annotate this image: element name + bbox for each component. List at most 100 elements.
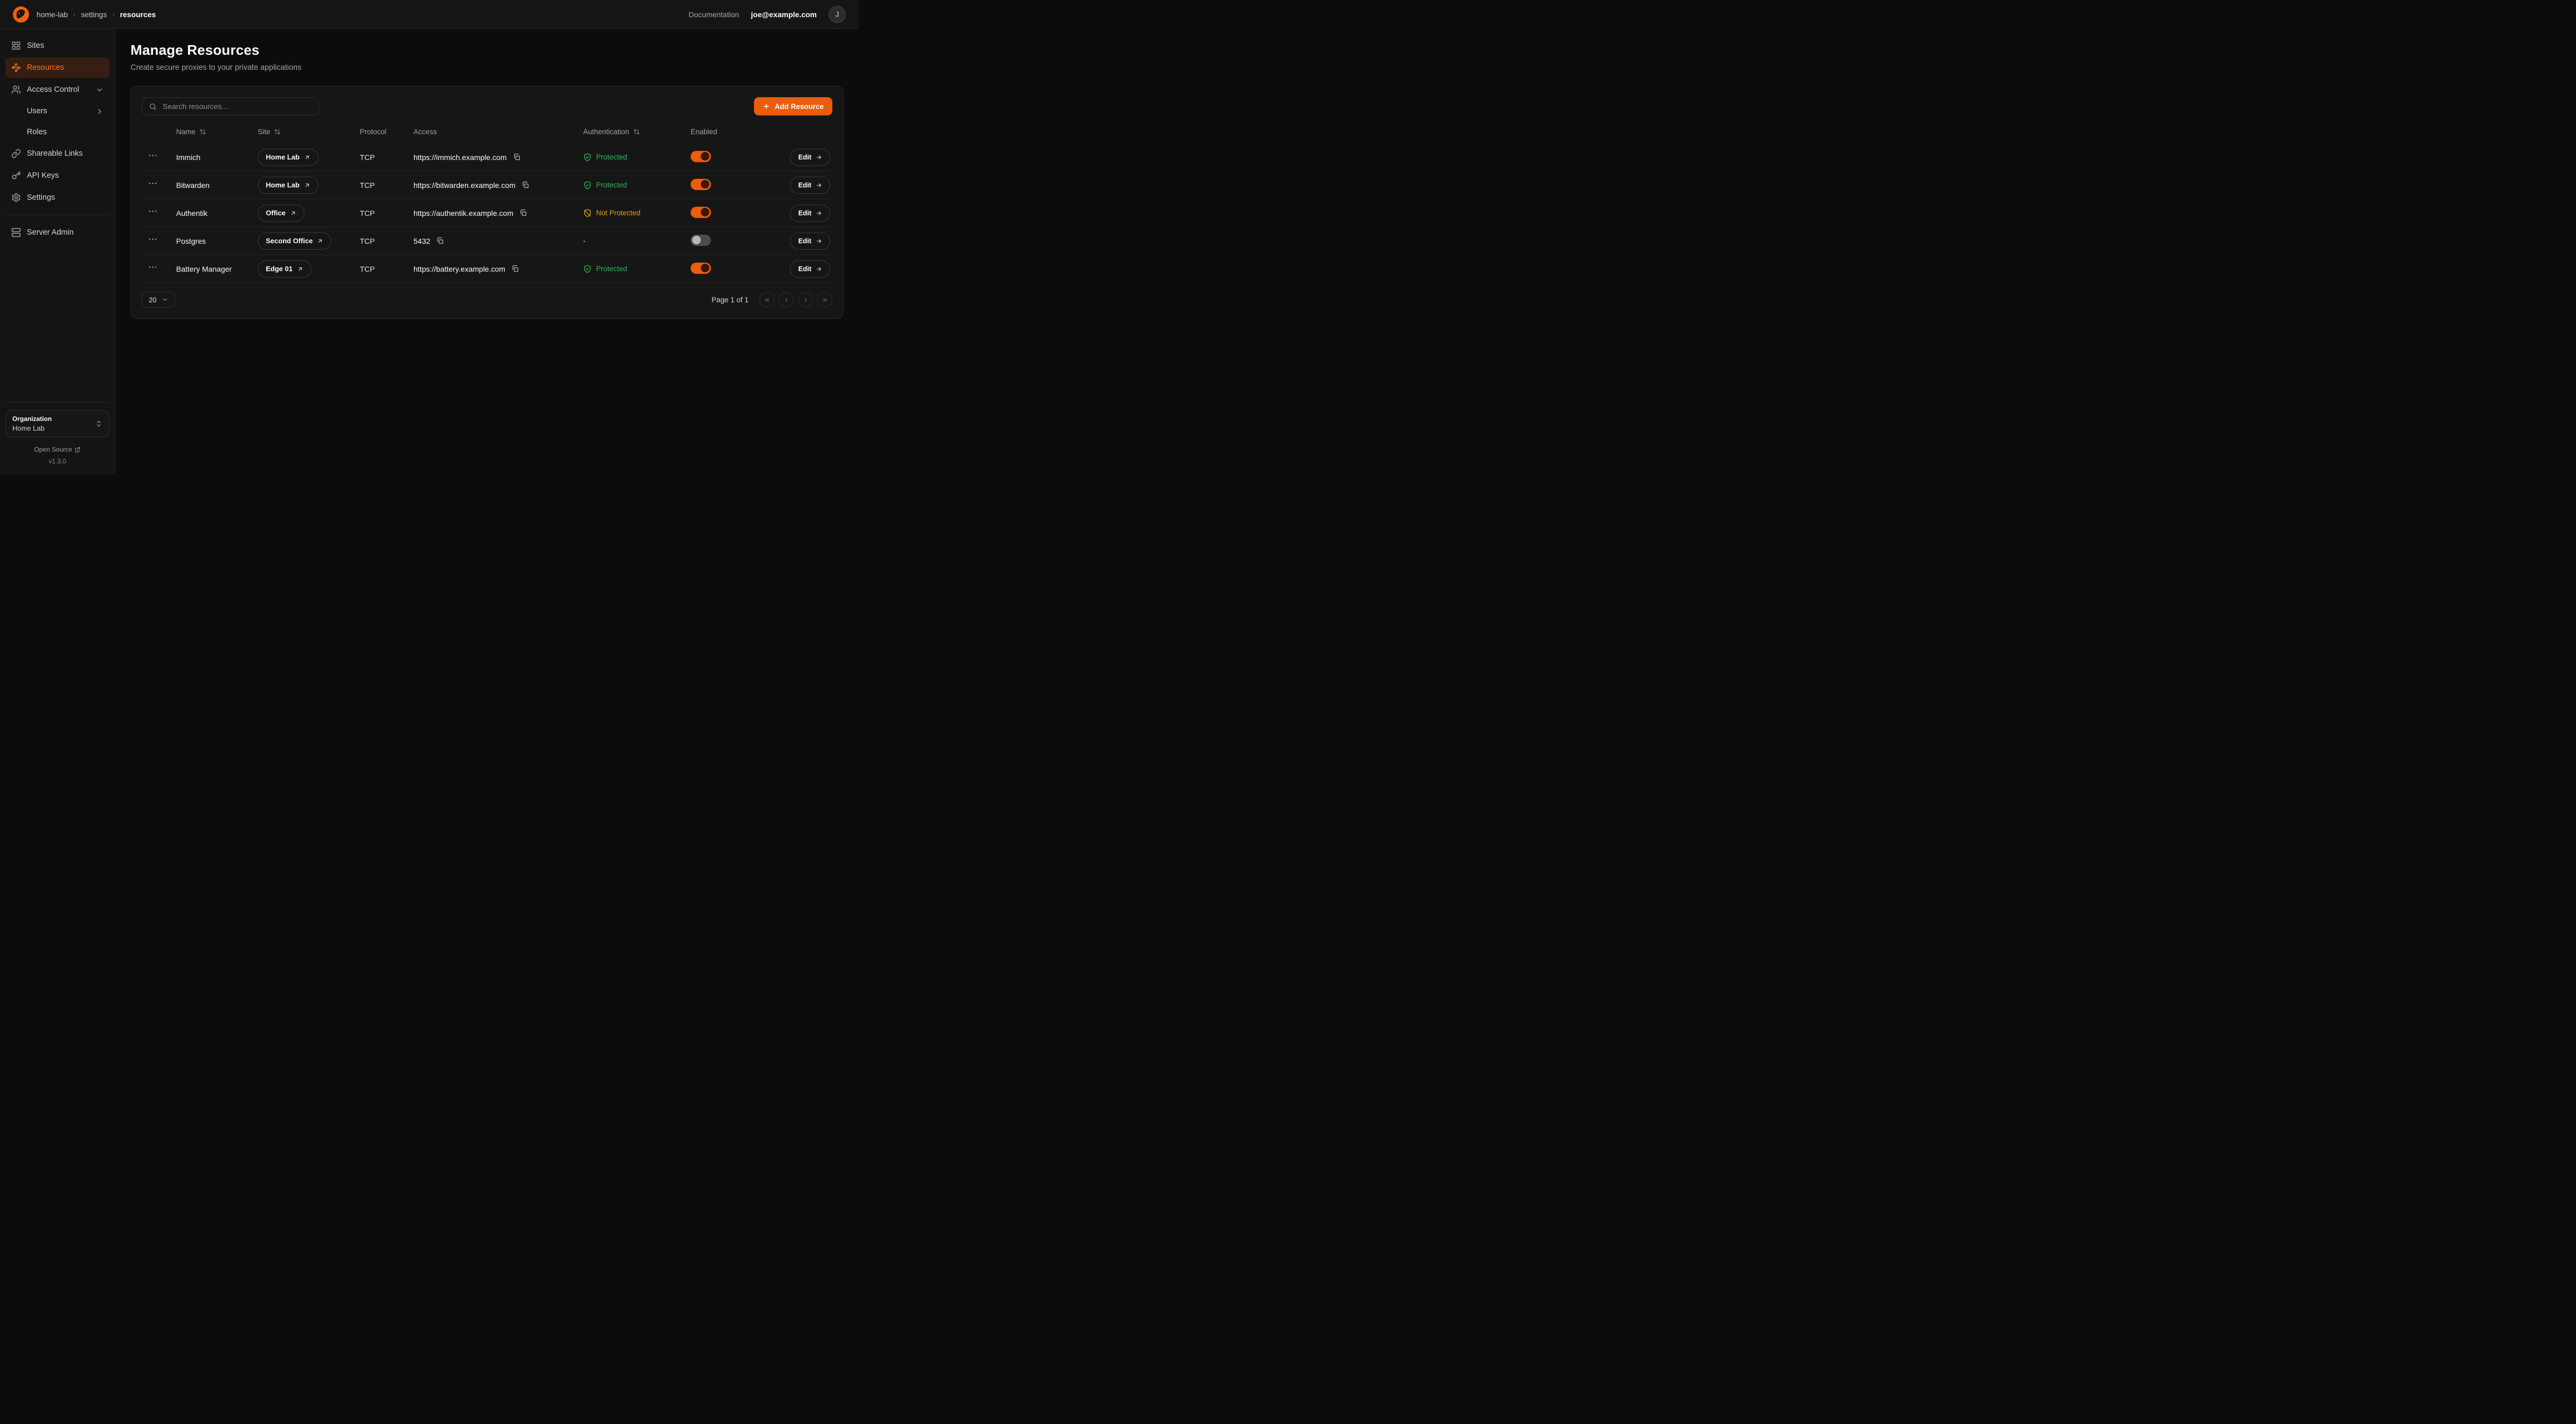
column-header-access: Access xyxy=(413,128,583,136)
sidebar-item-roles[interactable]: Roles xyxy=(5,122,110,142)
sidebar-item-resources[interactable]: Resources xyxy=(5,57,110,78)
sort-icon[interactable] xyxy=(633,128,640,135)
sidebar-item-sites[interactable]: Sites xyxy=(5,35,110,56)
sidebar-item-shareable-links[interactable]: Shareable Links xyxy=(5,143,110,164)
shield-check-icon xyxy=(583,265,592,273)
ellipsis-icon: ⋯ xyxy=(148,150,158,161)
copy-button[interactable] xyxy=(519,209,527,217)
page-size-select[interactable]: 20 xyxy=(142,292,175,308)
breadcrumb-settings[interactable]: settings xyxy=(81,10,107,19)
auth-label: - xyxy=(583,237,586,245)
sidebar-item-label: Access Control xyxy=(27,85,79,94)
access-value: https://immich.example.com xyxy=(413,153,507,162)
protocol-value: TCP xyxy=(360,209,413,217)
last-page-button[interactable] xyxy=(817,292,832,307)
edit-label: Edit xyxy=(798,209,811,217)
protocol-value: TCP xyxy=(360,265,413,273)
toggle-knob xyxy=(692,236,701,244)
sidebar-bottom: Organization Home Lab Open Source v1.3.0 xyxy=(5,402,110,465)
site-name: Office xyxy=(266,209,286,217)
resource-name: Battery Manager xyxy=(176,265,258,273)
org-selector[interactable]: Organization Home Lab xyxy=(5,410,110,437)
org-selector-value: Home Lab xyxy=(12,424,52,432)
edit-button[interactable]: Edit xyxy=(790,260,830,278)
add-resource-label: Add Resource xyxy=(774,103,824,111)
sort-icon[interactable] xyxy=(199,128,206,135)
chevron-down-icon xyxy=(162,296,168,303)
sidebar-item-label: Server Admin xyxy=(27,228,74,237)
avatar[interactable]: J xyxy=(829,6,846,23)
external-arrow-icon xyxy=(317,238,323,244)
sidebar-item-label: API Keys xyxy=(27,171,59,180)
protocol-value: TCP xyxy=(360,181,413,190)
protocol-value: TCP xyxy=(360,237,413,245)
link-icon xyxy=(11,149,21,158)
documentation-link[interactable]: Documentation xyxy=(688,10,739,19)
row-menu-button[interactable]: ⋯ xyxy=(142,262,165,276)
server-icon xyxy=(11,228,21,237)
site-link-button[interactable]: Home Lab xyxy=(258,149,318,166)
breadcrumb-current: resources xyxy=(120,10,156,19)
enabled-toggle[interactable] xyxy=(691,235,711,246)
edit-button[interactable]: Edit xyxy=(790,233,830,250)
resource-name: Immich xyxy=(176,153,258,162)
sidebar-item-access-control[interactable]: Access Control xyxy=(5,79,110,100)
edit-button[interactable]: Edit xyxy=(790,149,830,166)
site-link-button[interactable]: Second Office xyxy=(258,233,331,250)
edit-label: Edit xyxy=(798,153,811,161)
enabled-toggle[interactable] xyxy=(691,207,711,218)
row-menu-button[interactable]: ⋯ xyxy=(142,178,165,192)
copy-button[interactable] xyxy=(513,153,521,161)
search-input[interactable] xyxy=(162,101,312,111)
row-menu-button[interactable]: ⋯ xyxy=(142,206,165,220)
add-resource-button[interactable]: Add Resource xyxy=(754,97,832,115)
sidebar-item-label: Roles xyxy=(27,128,47,136)
sort-icon[interactable] xyxy=(274,128,281,135)
sidebar-item-settings[interactable]: Settings xyxy=(5,187,110,208)
first-page-button[interactable] xyxy=(759,292,774,307)
sidebar-item-users[interactable]: Users xyxy=(5,101,110,121)
arrow-right-icon xyxy=(816,182,822,188)
external-arrow-icon xyxy=(304,182,310,188)
open-source-link[interactable]: Open Source xyxy=(34,446,81,453)
topbar-right: Documentation joe@example.com J xyxy=(688,6,846,23)
auth-label: Not Protected xyxy=(596,209,641,217)
enabled-toggle[interactable] xyxy=(691,151,711,162)
next-page-button[interactable] xyxy=(798,292,813,307)
site-name: Home Lab xyxy=(266,181,300,189)
site-link-button[interactable]: Edge 01 xyxy=(258,260,311,278)
arrow-right-icon xyxy=(816,154,822,161)
grid-icon xyxy=(11,41,21,50)
user-email[interactable]: joe@example.com xyxy=(751,10,817,19)
external-link-icon xyxy=(75,447,81,453)
copy-button[interactable] xyxy=(436,237,444,245)
page-subtitle: Create secure proxies to your private ap… xyxy=(130,63,844,72)
copy-icon xyxy=(511,265,519,273)
enabled-toggle[interactable] xyxy=(691,179,711,190)
row-menu-button[interactable]: ⋯ xyxy=(142,234,165,248)
resource-name: Bitwarden xyxy=(176,181,258,190)
sidebar-item-server-admin[interactable]: Server Admin xyxy=(5,222,110,243)
auth-status: Protected xyxy=(583,153,691,162)
chevrons-up-down-icon xyxy=(95,420,103,427)
edit-button[interactable]: Edit xyxy=(790,177,830,194)
sidebar-item-api-keys[interactable]: API Keys xyxy=(5,165,110,186)
protocol-value: TCP xyxy=(360,153,413,162)
auth-label: Protected xyxy=(596,265,627,273)
site-link-button[interactable]: Office xyxy=(258,205,304,222)
breadcrumb-org[interactable]: home-lab xyxy=(37,10,68,19)
previous-page-button[interactable] xyxy=(779,292,794,307)
copy-button[interactable] xyxy=(511,265,519,273)
edit-button[interactable]: Edit xyxy=(790,205,830,222)
app-logo-icon[interactable] xyxy=(13,6,29,23)
enabled-toggle[interactable] xyxy=(691,263,711,274)
column-header-protocol: Protocol xyxy=(360,128,413,136)
edit-label: Edit xyxy=(798,265,811,273)
site-name: Edge 01 xyxy=(266,265,293,273)
row-menu-button[interactable]: ⋯ xyxy=(142,150,165,164)
auth-label: Protected xyxy=(596,181,627,189)
table-row: ⋯ Battery Manager Edge 01 TCP https://ba… xyxy=(142,255,832,283)
site-link-button[interactable]: Home Lab xyxy=(258,177,318,194)
search-box[interactable] xyxy=(142,97,319,115)
copy-button[interactable] xyxy=(521,181,529,189)
